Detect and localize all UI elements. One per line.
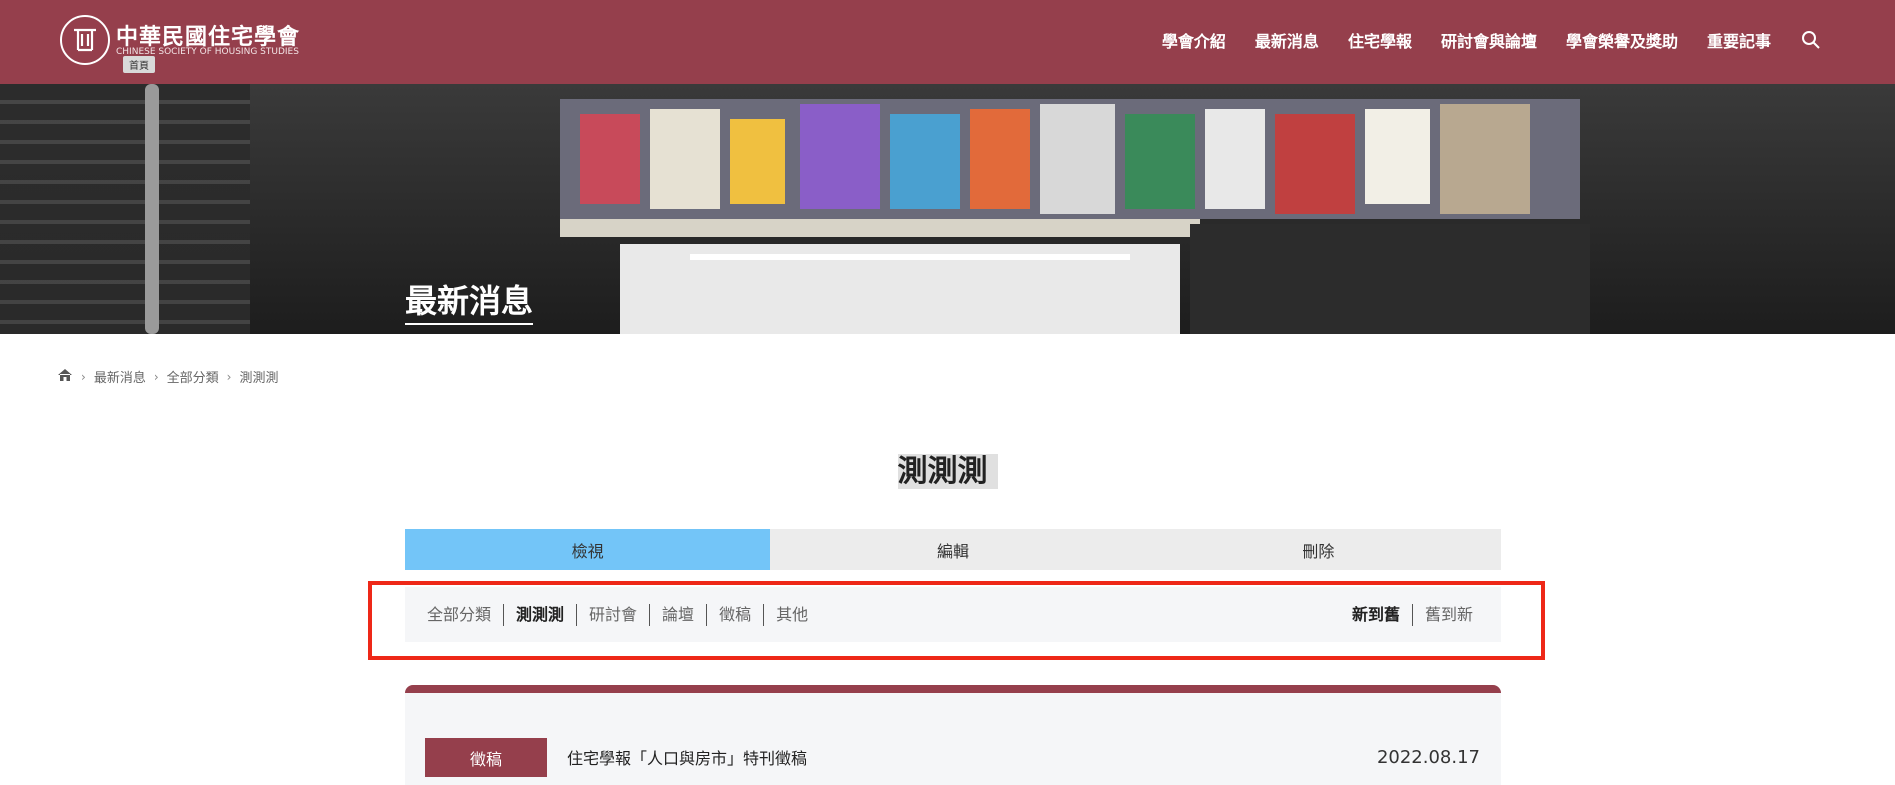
- chevron-right-icon: ›: [81, 369, 86, 384]
- nav-journal[interactable]: 住宅學報: [1348, 28, 1412, 52]
- breadcrumb: › 最新消息 › 全部分類 › 測測測: [57, 367, 278, 386]
- category-badge: 徵稿: [425, 738, 547, 777]
- news-date: 2022.08.17: [1376, 747, 1480, 768]
- chevron-right-icon: ›: [226, 369, 232, 384]
- main-nav: 學會介紹 最新消息 住宅學報 研討會與論壇 學會榮譽及獎助 重要記事: [1133, 28, 1821, 52]
- hero-banner: 最新消息: [0, 84, 1895, 334]
- page-title: 測測測: [897, 454, 998, 489]
- nav-about[interactable]: 學會介紹: [1162, 28, 1226, 52]
- site-header: 中華民國住宅學會 CHINESE SOCIETY OF HOUSING STUD…: [0, 0, 1895, 84]
- tab-view[interactable]: 檢視: [405, 529, 771, 570]
- search-icon[interactable]: [1801, 30, 1821, 50]
- hero-title: 最新消息: [405, 276, 534, 325]
- breadcrumb-all[interactable]: 全部分類: [167, 367, 219, 386]
- home-icon[interactable]: [57, 368, 73, 386]
- news-title[interactable]: 住宅學報「人口與房市」特刊徵稿: [567, 745, 807, 769]
- list-item[interactable]: 徵稿 住宅學報「人口與房市」特刊徵稿 2022.08.17: [405, 685, 1501, 785]
- nav-honors[interactable]: 學會榮譽及獎助: [1566, 28, 1678, 52]
- home-tooltip: 首頁: [123, 56, 155, 73]
- nav-news[interactable]: 最新消息: [1255, 28, 1319, 52]
- breadcrumb-current: 測測測: [239, 371, 279, 386]
- magazine-rack-image: [560, 99, 1590, 334]
- logo-icon[interactable]: [60, 15, 110, 65]
- page-title-wrap: 測測測: [0, 446, 1895, 490]
- chevron-right-icon: ›: [153, 369, 159, 384]
- tab-edit[interactable]: 編輯: [770, 529, 1136, 570]
- highlight-frame: [368, 581, 1545, 660]
- action-tabs: 檢視 編輯 刪除: [405, 529, 1501, 570]
- breadcrumb-news[interactable]: 最新消息: [94, 367, 146, 386]
- nav-seminars[interactable]: 研討會與論壇: [1441, 28, 1537, 52]
- nav-records[interactable]: 重要記事: [1707, 28, 1771, 52]
- tab-delete[interactable]: 刪除: [1135, 529, 1501, 570]
